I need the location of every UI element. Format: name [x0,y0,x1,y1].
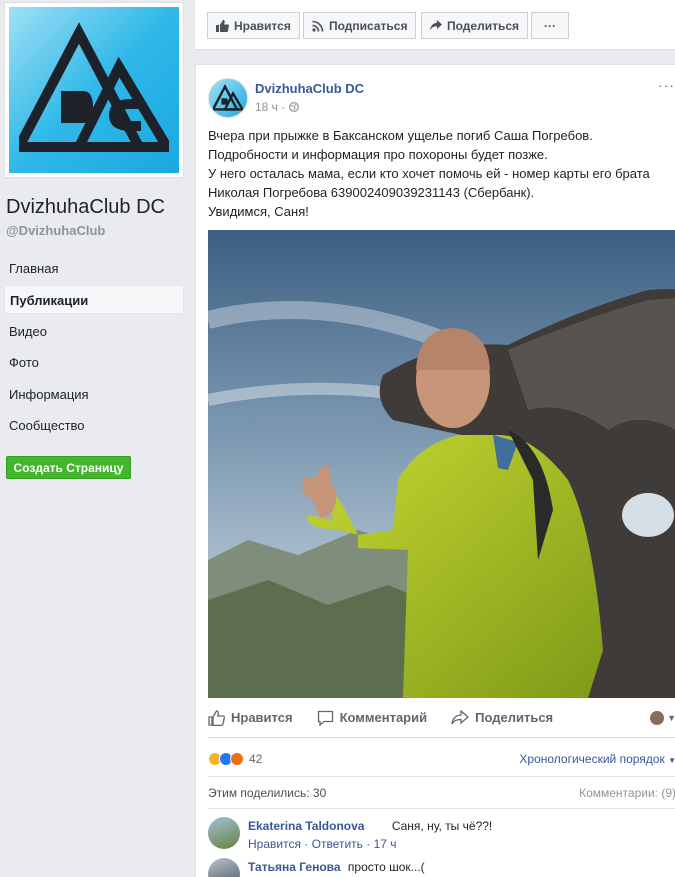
comment-text: просто шок...( [347,860,425,874]
commenter-name[interactable]: Ekaterina Taldonova [248,819,364,833]
post-options-icon[interactable]: ··· [658,77,675,93]
share-arrow-icon [430,20,442,31]
post-text: Вчера при прыжке в Баксанском ущелье пог… [208,126,675,221]
post-like-label: Нравится [231,710,293,725]
comment-order-dropdown[interactable]: Хронологический порядок ▼ [519,752,675,766]
post-meta: 18 ч · [255,100,299,114]
reactions-bar: 42 Хронологический порядок ▼ [208,741,675,777]
nav-home[interactable]: Главная [4,254,184,283]
author-avatar[interactable] [208,78,248,118]
rss-icon [312,20,324,32]
dc-logo [9,7,179,173]
reaction-count[interactable]: 42 [249,752,262,766]
post-action-bar: Нравится Комментарий Поделиться ▼ [208,698,675,738]
actor-avatar [650,710,665,725]
page-name[interactable]: DvizhuhaClub DC [6,196,165,219]
share-page-label: Поделиться [447,18,520,33]
post-photo[interactable] [208,230,675,698]
create-page-button[interactable]: Создать Страницу [6,456,131,479]
share-arrow-icon [451,710,470,725]
like-page-label: Нравится [234,18,291,33]
commenter-avatar[interactable] [208,858,240,877]
comment-order-label: Хронологический порядок [519,751,665,766]
nav-community[interactable]: Сообщество [4,411,184,440]
nav-posts[interactable]: Публикации [4,285,184,314]
comment-text: Саня, ну, ты чё??! [391,819,493,833]
thumbs-up-icon [216,19,229,32]
thumbs-up-icon [208,709,225,726]
nav-videos[interactable]: Видео [4,317,184,346]
nav-about[interactable]: Информация [4,380,184,409]
post-comment-button[interactable]: Комментарий [317,710,428,726]
share-page-button[interactable]: Поделиться [421,12,529,39]
more-options-button[interactable]: ··· [531,12,569,39]
post-as-selector[interactable]: ▼ [650,710,675,725]
commenter-avatar[interactable] [208,817,240,849]
post-text-line: У него осталась мама, если кто хочет пом… [208,166,650,181]
page-sidebar: DvizhuhaClub DC @DvizhuhaClub Главная Пу… [0,0,195,877]
post-author[interactable]: DvizhuhaClub DC [255,81,364,96]
follow-page-label: Подписаться [329,18,408,33]
post-share-button[interactable]: Поделиться [451,710,553,725]
shares-count[interactable]: Этим поделились: 30 [208,786,326,800]
follow-page-button[interactable]: Подписаться [303,12,417,39]
post-like-button[interactable]: Нравится [208,709,293,726]
post-text-line: Подробности и информация про похороны бу… [208,147,548,162]
chevron-down-icon: ▼ [668,755,675,765]
page-action-bar: Нравится Подписаться Поделиться ··· [195,0,675,50]
page-profile-picture[interactable] [4,2,184,178]
dc-logo-icon [213,84,243,111]
post-card: DvizhuhaClub DC 18 ч · ··· Вчера при пры… [195,64,675,877]
post-time[interactable]: 18 ч · [255,100,285,114]
commenter-name[interactable]: Татьяна Генова [248,860,341,874]
shares-row: Этим поделились: 30 Комментарии: (9) [208,777,675,809]
post-share-label: Поделиться [475,710,554,725]
post-comment-label: Комментарий [339,710,428,725]
angry-reaction-icon[interactable] [230,751,244,766]
post-text-line: Вчера при прыжке в Баксанском ущелье пог… [208,128,593,143]
comment-actions[interactable]: Нравится · Ответить · 17 ч [248,837,397,851]
post-text-line: Увидимся, Саня! [208,204,309,219]
nav-photos[interactable]: Фото [4,348,184,377]
page-handle[interactable]: @DvizhuhaClub [6,223,105,238]
post-photo-image [208,230,675,698]
like-page-button[interactable]: Нравится [207,12,300,39]
comment-icon [317,710,333,726]
post-text-line: Николая Погребова 639002409039231143 (Сб… [208,185,535,200]
dc-logo-icon [19,22,169,152]
globe-icon [288,102,299,112]
chevron-down-icon: ▼ [667,712,675,723]
comments-count[interactable]: Комментарии: (9) [579,777,675,809]
